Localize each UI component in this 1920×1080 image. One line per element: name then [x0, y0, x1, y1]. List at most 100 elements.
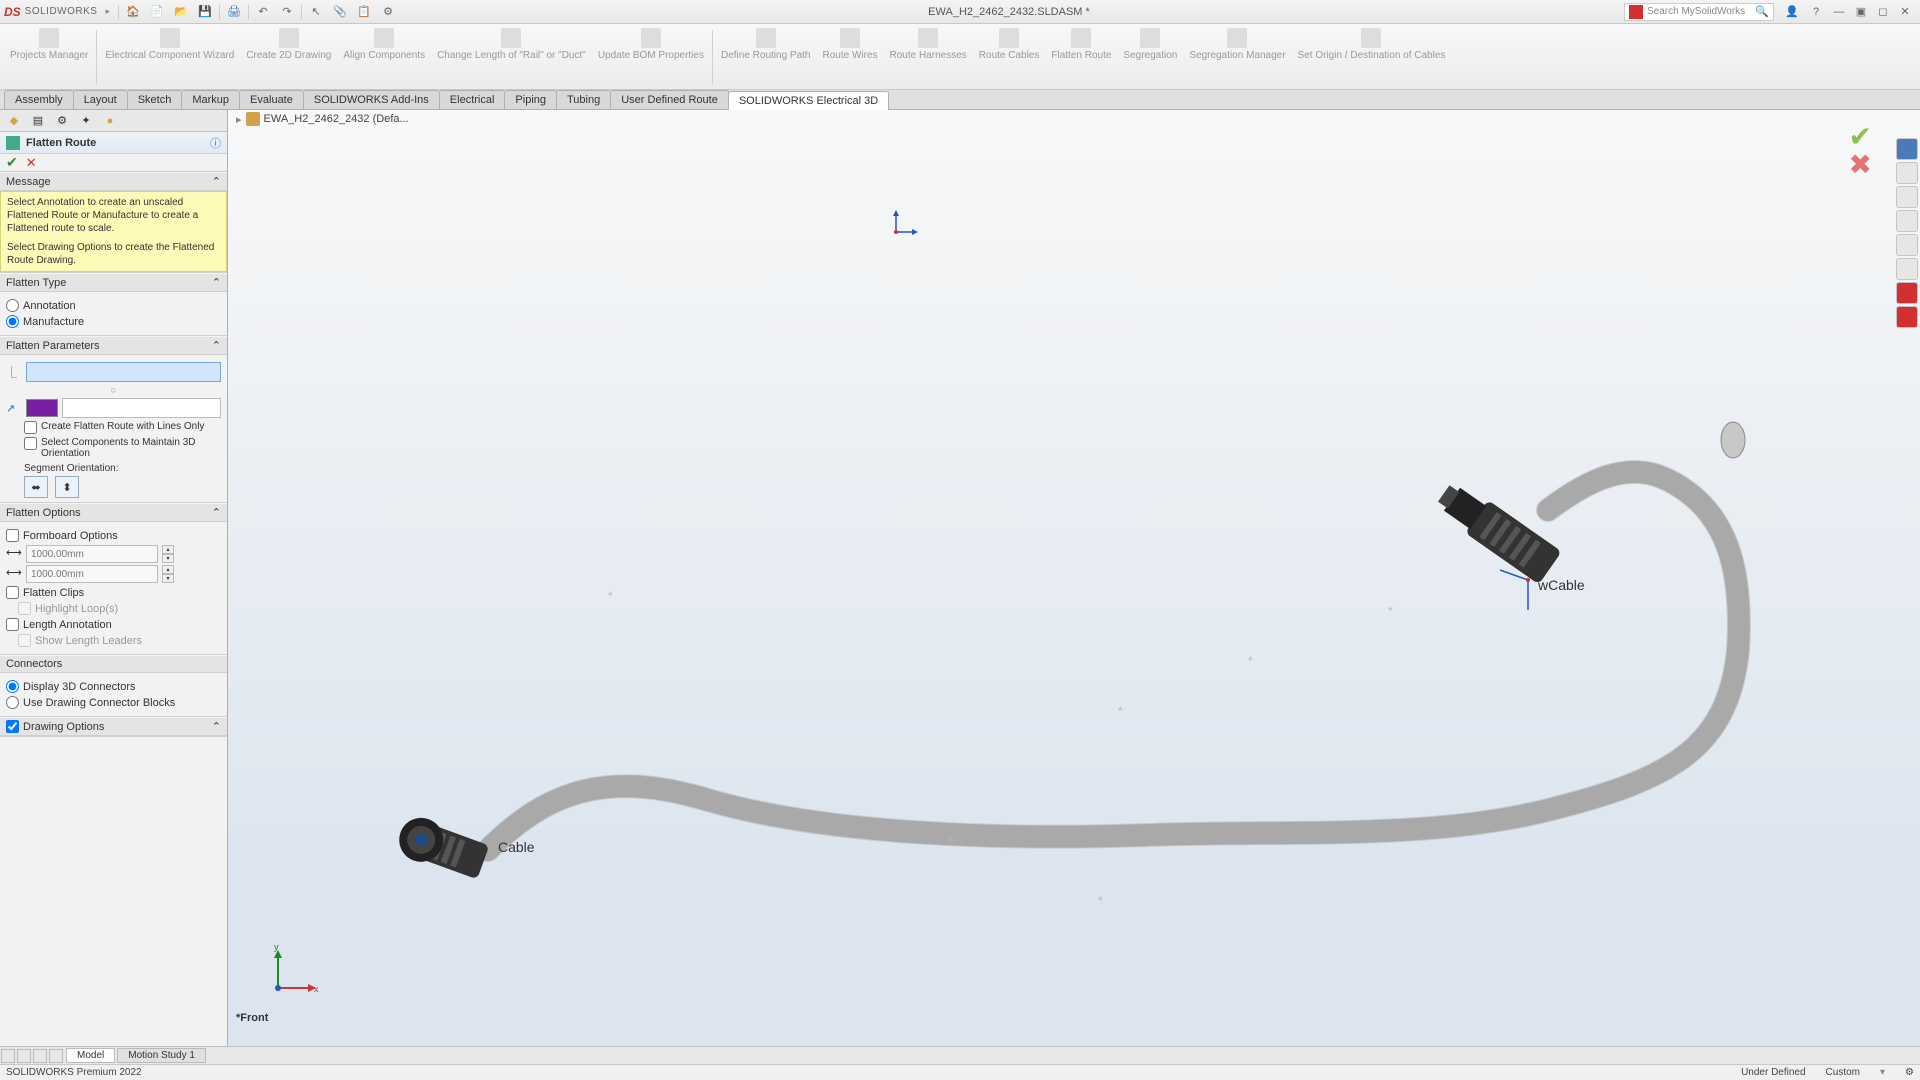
tp-resources-icon[interactable] [1896, 138, 1918, 160]
ok-button[interactable]: ✔ [6, 154, 18, 171]
status-units[interactable]: Custom [1826, 1067, 1860, 1078]
height-icon: ⟷ [6, 566, 22, 582]
feature-tree-tab-icon[interactable]: ◆ [6, 113, 22, 129]
settings-icon[interactable]: ⚙ [379, 3, 397, 21]
minimize-button[interactable]: — [1829, 3, 1849, 21]
property-tab-icon[interactable]: ▤ [30, 113, 46, 129]
check-lines-only[interactable]: Create Flatten Route with Lines Only [24, 421, 221, 434]
confirm-cancel-icon[interactable]: ✖ [1849, 148, 1872, 181]
new-icon[interactable]: 📄 [148, 3, 166, 21]
radio-display-3d[interactable]: Display 3D Connectors [6, 680, 221, 693]
bt-nav-first[interactable] [1, 1049, 15, 1063]
bt-nav-prev[interactable] [17, 1049, 31, 1063]
search-icon[interactable]: 🔍 [1755, 5, 1769, 18]
orientation-triad[interactable]: x y [264, 942, 324, 1002]
status-settings-icon[interactable]: ⚙ [1905, 1067, 1914, 1078]
dropdown-icon[interactable]: ▸ [105, 6, 110, 17]
radio-use-blocks[interactable]: Use Drawing Connector Blocks [6, 696, 221, 709]
radio-manufacture[interactable]: Manufacture [6, 315, 221, 328]
ribbon-segregation-manager[interactable]: Segregation Manager [1183, 26, 1291, 89]
ribbon-route-cables[interactable]: Route Cables [973, 26, 1046, 89]
tab-assembly[interactable]: Assembly [4, 90, 74, 109]
direction-color[interactable] [26, 399, 58, 417]
maximize-button[interactable]: ◻ [1873, 3, 1893, 21]
section-message[interactable]: Message⌃ [0, 172, 227, 191]
restore-button[interactable]: ▣ [1851, 3, 1871, 21]
spin-up[interactable]: ▴ [162, 545, 174, 554]
close-button[interactable]: ✕ [1895, 3, 1915, 21]
tp-file-explorer-icon[interactable] [1896, 186, 1918, 208]
ribbon-route-wires[interactable]: Route Wires [817, 26, 884, 89]
width-input[interactable]: 1000.00mm [26, 545, 158, 563]
display-tab-icon[interactable]: ✦ [78, 113, 94, 129]
search-input[interactable]: Search MySolidWorks 🔍 [1624, 3, 1774, 21]
ribbon-projects-manager[interactable]: Projects Manager [4, 26, 94, 89]
check-length-annotation[interactable]: Length Annotation [6, 618, 221, 631]
radio-annotation[interactable]: Annotation [6, 299, 221, 312]
pin-icon[interactable]: 📎 [331, 3, 349, 21]
save-icon[interactable]: 💾 [196, 3, 214, 21]
section-drawing-options[interactable]: Drawing Options⌃ [0, 717, 227, 736]
ribbon-change-length[interactable]: Change Length of "Rail" or "Duct" [431, 26, 592, 89]
tp-forum-icon[interactable] [1896, 282, 1918, 304]
bottom-tab-motion[interactable]: Motion Study 1 [117, 1048, 206, 1063]
ribbon-flatten-route[interactable]: Flatten Route [1045, 26, 1117, 89]
open-icon[interactable]: 📂 [172, 3, 190, 21]
redo-icon[interactable]: ↷ [278, 3, 296, 21]
fix-point-field[interactable] [26, 362, 221, 382]
cancel-button[interactable]: ✕ [26, 155, 37, 171]
section-flatten-type[interactable]: Flatten Type⌃ [0, 273, 227, 292]
tab-tubing[interactable]: Tubing [556, 90, 611, 109]
bt-nav-last[interactable] [49, 1049, 63, 1063]
ribbon-route-harnesses[interactable]: Route Harnesses [884, 26, 973, 89]
select-icon[interactable]: ↖ [307, 3, 325, 21]
spin-down[interactable]: ▾ [162, 554, 174, 563]
seg-vertical-button[interactable]: ⬍ [55, 476, 79, 498]
section-flatten-options[interactable]: Flatten Options⌃ [0, 503, 227, 522]
bt-nav-next[interactable] [33, 1049, 47, 1063]
tp-design-library-icon[interactable] [1896, 162, 1918, 184]
undo-icon[interactable]: ↶ [254, 3, 272, 21]
ribbon-align-components[interactable]: Align Components [337, 26, 431, 89]
tp-appearances-icon[interactable] [1896, 234, 1918, 256]
spin-up[interactable]: ▴ [162, 565, 174, 574]
ribbon-update-bom[interactable]: Update BOM Properties [592, 26, 710, 89]
spin-down[interactable]: ▾ [162, 574, 174, 583]
section-flatten-params[interactable]: Flatten Parameters⌃ [0, 336, 227, 355]
height-input[interactable]: 1000.00mm [26, 565, 158, 583]
bottom-tab-model[interactable]: Model [66, 1048, 115, 1063]
home-icon[interactable]: 🏠 [124, 3, 142, 21]
seg-horizontal-button[interactable]: ⬌ [24, 476, 48, 498]
tab-addins[interactable]: SOLIDWORKS Add-Ins [303, 90, 440, 109]
ribbon-create-2d-drawing[interactable]: Create 2D Drawing [240, 26, 337, 89]
check-drawing-options[interactable] [6, 720, 19, 733]
options-icon[interactable]: 📋 [355, 3, 373, 21]
tp-view-palette-icon[interactable] [1896, 210, 1918, 232]
check-maintain-3d[interactable]: Select Components to Maintain 3D Orienta… [24, 437, 221, 459]
direction-field[interactable] [62, 398, 221, 418]
tab-layout[interactable]: Layout [73, 90, 128, 109]
section-connectors[interactable]: Connectors [0, 655, 227, 673]
tp-custom-props-icon[interactable] [1896, 258, 1918, 280]
appearance-tab-icon[interactable]: ● [102, 113, 118, 129]
check-formboard[interactable]: Formboard Options [6, 529, 221, 542]
tab-electrical-3d[interactable]: SOLIDWORKS Electrical 3D [728, 91, 889, 110]
tab-sketch[interactable]: Sketch [127, 90, 183, 109]
ribbon-electrical-component-wizard[interactable]: Electrical Component Wizard [99, 26, 240, 89]
print-icon[interactable]: 🖨 [225, 3, 243, 21]
tp-electrical-icon[interactable] [1896, 306, 1918, 328]
check-flatten-clips[interactable]: Flatten Clips [6, 586, 221, 599]
user-icon[interactable]: 👤 [1783, 3, 1801, 21]
help-icon[interactable]: ? [1807, 3, 1825, 21]
3d-viewport[interactable]: ▸ EWA_H2_2462_2432 (Defa... [228, 110, 1920, 1056]
tab-electrical[interactable]: Electrical [439, 90, 506, 109]
tab-piping[interactable]: Piping [504, 90, 557, 109]
ribbon-segregation[interactable]: Segregation [1117, 26, 1183, 89]
ribbon-set-origin[interactable]: Set Origin / Destination of Cables [1292, 26, 1452, 89]
pm-help-icon[interactable]: ⓘ [210, 135, 221, 151]
config-tab-icon[interactable]: ⚙ [54, 113, 70, 129]
tab-evaluate[interactable]: Evaluate [239, 90, 304, 109]
tab-markup[interactable]: Markup [181, 90, 240, 109]
tab-user-route[interactable]: User Defined Route [610, 90, 729, 109]
ribbon-define-routing-path[interactable]: Define Routing Path [715, 26, 817, 89]
